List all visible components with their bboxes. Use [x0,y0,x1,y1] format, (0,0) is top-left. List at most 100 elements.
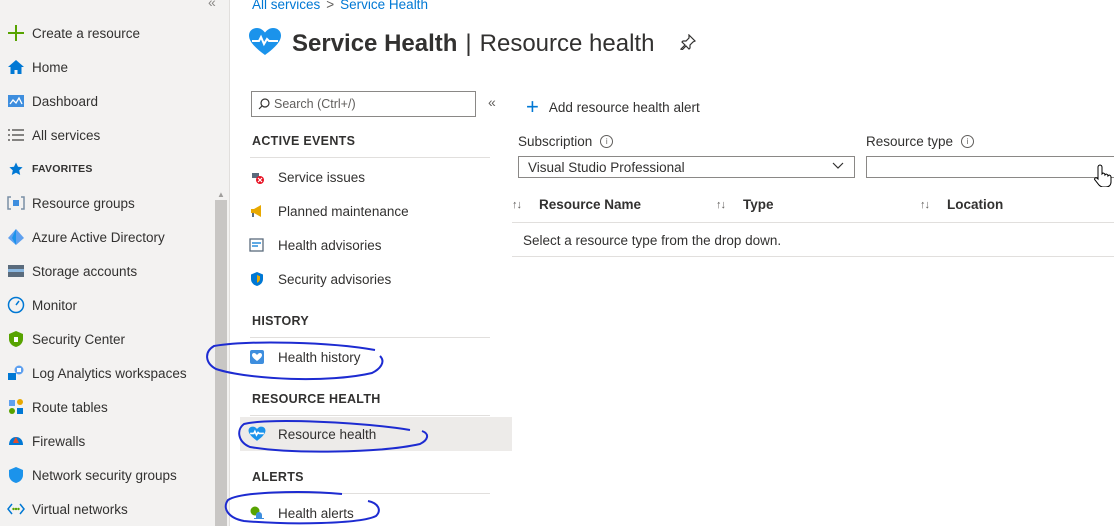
menu-item-service-issues[interactable]: Service issues [240,160,512,194]
menu-item-label: Health advisories [278,237,382,253]
nav-item-label: Firewalls [32,433,86,449]
pin-icon[interactable] [680,33,697,55]
storage-icon [6,261,26,281]
menu-item-resource-health[interactable]: Resource health [240,417,512,451]
column-location[interactable]: ↑↓ Location [920,197,1003,212]
resource-type-label: Resource type i [866,134,975,149]
breadcrumb-service-health[interactable]: Service Health [340,0,428,12]
nav-item-security-center[interactable]: Security Center [0,322,214,356]
azure-ad-icon [6,227,26,247]
log-analytics-icon [6,363,26,383]
menu-item-security-advisories[interactable]: Security advisories [240,262,512,296]
chevron-down-icon [832,159,844,173]
scroll-thumb[interactable] [215,200,227,526]
firewall-icon [6,431,26,451]
shield-icon [6,465,26,485]
collapse-nav-button[interactable]: « [208,0,216,10]
resource-type-label-text: Resource type [866,134,954,149]
menu-item-label: Health alerts [278,505,354,521]
breadcrumb-separator: > [326,0,335,12]
breadcrumb-all-services[interactable]: All services [252,0,320,12]
column-resource-name[interactable]: ↑↓ Resource Name [512,197,641,212]
menu-item-health-history[interactable]: Health history [240,340,512,374]
sort-icon[interactable]: ↑↓ [716,199,726,211]
health-alerts-icon [248,504,266,522]
section-active-events: ACTIVE EVENTS [252,134,356,148]
subscription-dropdown[interactable]: Visual Studio Professional [518,156,855,178]
nav-item-label: Log Analytics workspaces [32,365,187,381]
monitor-icon [6,295,26,315]
subscription-label-text: Subscription [518,134,593,149]
security-shield-icon [248,270,266,288]
nav-item-virtual-networks[interactable]: Virtual networks [0,492,214,526]
plus-icon: + [526,94,539,119]
column-label: Resource Name [539,197,642,212]
nav-item-create-resource[interactable]: Create a resource [0,16,214,50]
nav-item-label: Resource groups [32,195,135,211]
nav-item-label: Create a resource [32,25,141,41]
breadcrumb: All services > Service Health [252,0,428,12]
megaphone-icon [248,202,266,220]
nav-item-dashboard[interactable]: Dashboard [0,84,214,118]
column-label: Type [743,197,774,212]
nav-item-label: All services [32,127,101,143]
nav-item-label: Route tables [32,399,108,415]
left-nav: « Create a resource Home Dashboard All s… [0,0,230,526]
nav-item-route-tables[interactable]: Route tables [0,390,214,424]
column-label: Location [947,197,1004,212]
info-icon[interactable]: i [961,135,975,148]
search-placeholder: Search (Ctrl+/) [274,97,356,111]
table-row-divider [512,256,1114,257]
route-table-icon [6,397,26,417]
page-header: Service Health | Resource health [248,24,697,64]
collapse-menu-button[interactable]: « [488,94,496,110]
section-history: HISTORY [252,314,309,328]
service-issues-icon [248,168,266,186]
menu-item-label: Health history [278,349,361,365]
column-type[interactable]: ↑↓ Type [716,197,774,212]
add-resource-health-alert-button[interactable]: + Add resource health alert [526,94,700,119]
divider [250,415,490,416]
resource-groups-icon [6,193,26,213]
favorites-label: FAVORITES [32,163,93,175]
nav-item-label: Monitor [32,297,78,313]
scroll-up-icon[interactable]: ▲ [217,190,225,199]
nav-item-home[interactable]: Home [0,50,214,84]
subscription-value: Visual Studio Professional [528,159,685,175]
nav-item-network-security-groups[interactable]: Network security groups [0,458,214,492]
info-icon[interactable]: i [600,135,614,148]
table-header-divider [512,222,1114,223]
advisory-icon [248,236,266,254]
menu-item-label: Resource health [278,426,377,442]
search-icon [258,98,270,110]
section-resource-health: RESOURCE HEALTH [252,392,381,406]
page-subtitle: Resource health [479,30,655,57]
section-alerts: ALERTS [252,470,304,484]
nav-item-label: Network security groups [32,467,177,483]
sort-icon[interactable]: ↑↓ [920,199,930,211]
list-icon [6,125,26,145]
vnet-icon [6,499,26,519]
nav-item-log-analytics[interactable]: Log Analytics workspaces [0,356,214,390]
menu-item-health-alerts[interactable]: Health alerts [240,496,512,530]
menu-search-input[interactable]: Search (Ctrl+/) [251,91,476,117]
sort-icon[interactable]: ↑↓ [512,199,522,211]
nav-item-firewalls[interactable]: Firewalls [0,424,214,458]
title-separator: | [465,30,472,57]
menu-item-health-advisories[interactable]: Health advisories [240,228,512,262]
home-icon [6,57,26,77]
menu-item-label: Planned maintenance [278,203,409,219]
nav-item-resource-groups[interactable]: Resource groups [0,186,214,220]
nav-item-all-services[interactable]: All services [0,118,214,152]
heart-pulse-icon [248,425,266,443]
nav-item-azure-active-directory[interactable]: Azure Active Directory [0,220,214,254]
nav-item-monitor[interactable]: Monitor [0,288,214,322]
menu-item-planned-maintenance[interactable]: Planned maintenance [240,194,512,228]
divider [250,493,490,494]
nav-scrollbar[interactable]: ▲ [214,190,228,526]
nav-item-storage-accounts[interactable]: Storage accounts [0,254,214,288]
nav-item-label: Virtual networks [32,501,128,517]
menu-item-label: Security advisories [278,271,392,287]
nav-item-label: Dashboard [32,93,99,109]
resource-type-dropdown[interactable] [866,156,1114,178]
